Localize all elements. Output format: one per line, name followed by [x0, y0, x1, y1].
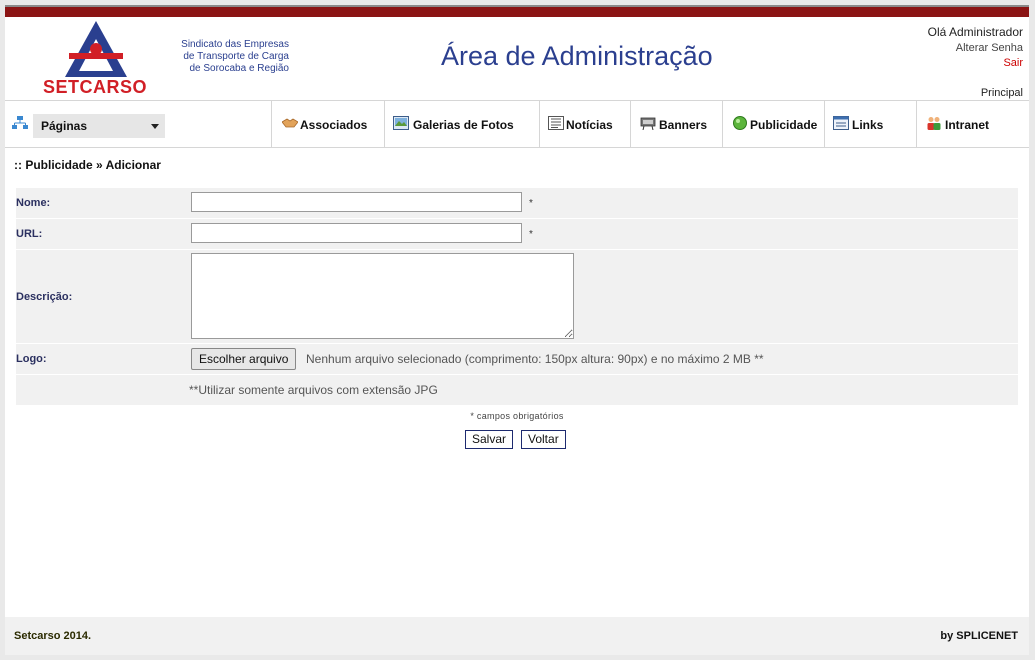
logo-emblem-icon: [65, 21, 127, 77]
photo-gallery-icon: [393, 116, 409, 130]
chevron-down-icon: [151, 124, 159, 129]
menu-item-banners[interactable]: Banners: [630, 101, 722, 147]
required-mark: *: [529, 198, 533, 209]
name-label: Nome:: [16, 197, 51, 209]
menu-item-label: Banners: [659, 118, 708, 132]
menu-item-label: Publicidade: [750, 118, 818, 132]
main-menu: Páginas Associados Galerias de Fotos Not…: [5, 100, 1029, 148]
logout-link[interactable]: Sair: [928, 57, 1023, 69]
home-link[interactable]: Principal: [981, 87, 1023, 99]
name-field[interactable]: [191, 192, 522, 212]
field-cell: Escolher arquivo Nenhum arquivo selecion…: [188, 344, 1018, 374]
user-box: Olá Administrador Alterar Senha Sair: [928, 25, 1023, 69]
field-cell: *: [188, 188, 1018, 218]
logo-text: SETCARSO: [43, 77, 148, 97]
field-label: [16, 375, 186, 405]
links-icon: [833, 116, 849, 130]
field-label: URL:: [16, 219, 186, 249]
footer: Setcarso 2014. by SPLICENET: [5, 617, 1029, 655]
menu-item-links[interactable]: Links: [824, 101, 916, 147]
field-cell: **Utilizar somente arquivos com extensão…: [188, 375, 1018, 405]
description-label: Descrição:: [16, 290, 73, 303]
pages-dropdown-label: Páginas: [41, 119, 88, 133]
form-row-note: **Utilizar somente arquivos com extensão…: [16, 375, 1018, 405]
file-status-text: Nenhum arquivo selecionado (comprimento:…: [306, 352, 764, 366]
required-mark: *: [529, 229, 533, 240]
form-row-logo: Logo: Escolher arquivo Nenhum arquivo se…: [16, 344, 1018, 374]
menu-item-noticias[interactable]: Notícias: [539, 101, 630, 147]
logo-subtitle: Sindicato das Empresas de Transporte de …: [129, 39, 289, 75]
save-button[interactable]: Salvar: [465, 430, 514, 449]
jpg-note: **Utilizar somente arquivos com extensão…: [189, 383, 438, 397]
logo-subtitle-line: Sindicato das Empresas: [181, 39, 289, 50]
menu-item-label: Links: [852, 118, 884, 132]
setcarso-logo[interactable]: SETCARSO Sindicato das Empresas de Trans…: [43, 19, 293, 99]
menu-item-publicidade[interactable]: Publicidade: [722, 101, 824, 147]
field-label: Logo:: [16, 344, 186, 374]
logo-label: Logo:: [16, 353, 47, 365]
page-title: Área de Administração: [441, 41, 713, 71]
choose-file-button[interactable]: Escolher arquivo: [191, 348, 297, 370]
footer-copyright: Setcarso 2014.: [14, 630, 92, 642]
menu-item-galerias[interactable]: Galerias de Fotos: [384, 101, 539, 147]
footer-credit: by SPLICENET: [940, 630, 1018, 642]
change-password-link[interactable]: Alterar Senha: [928, 42, 1023, 54]
menu-item-label: Galerias de Fotos: [413, 118, 514, 132]
news-icon: [548, 116, 564, 130]
green-circle-icon: [733, 116, 747, 130]
required-fields-note: * campos obrigatórios: [470, 411, 564, 421]
menu-item-label: Associados: [300, 118, 368, 132]
description-textarea[interactable]: [191, 253, 574, 339]
sitemap-icon: [12, 116, 28, 129]
form-row-url: URL: *: [16, 219, 1018, 249]
handshake-icon: [282, 118, 298, 128]
breadcrumb: :: Publicidade » Adicionar: [14, 158, 161, 172]
logo-subtitle-line: de Transporte de Carga: [183, 51, 289, 62]
menu-item-intranet[interactable]: Intranet: [916, 101, 1030, 147]
page-frame: SETCARSO Sindicato das Empresas de Trans…: [5, 5, 1029, 655]
back-button[interactable]: Voltar: [521, 430, 566, 449]
pages-dropdown[interactable]: Páginas: [33, 114, 165, 138]
url-label: URL:: [16, 228, 43, 240]
menu-item-associados[interactable]: Associados: [271, 101, 384, 147]
menu-item-label: Intranet: [945, 118, 990, 132]
greeting-text: Olá Administrador: [927, 25, 1023, 39]
top-red-bar: [5, 7, 1029, 17]
url-field[interactable]: [191, 223, 522, 243]
field-cell: [188, 250, 1018, 343]
field-label: Nome:: [16, 188, 186, 218]
menu-item-label: Notícias: [566, 118, 613, 132]
field-label: Descrição:: [16, 250, 186, 343]
form-row-nome: Nome: *: [16, 188, 1018, 218]
field-cell: *: [188, 219, 1018, 249]
banner-icon: [640, 117, 656, 130]
people-icon: [927, 117, 941, 130]
form-row-descricao: Descrição:: [16, 250, 1018, 343]
logo-subtitle-line: de Sorocaba e Região: [189, 63, 289, 74]
